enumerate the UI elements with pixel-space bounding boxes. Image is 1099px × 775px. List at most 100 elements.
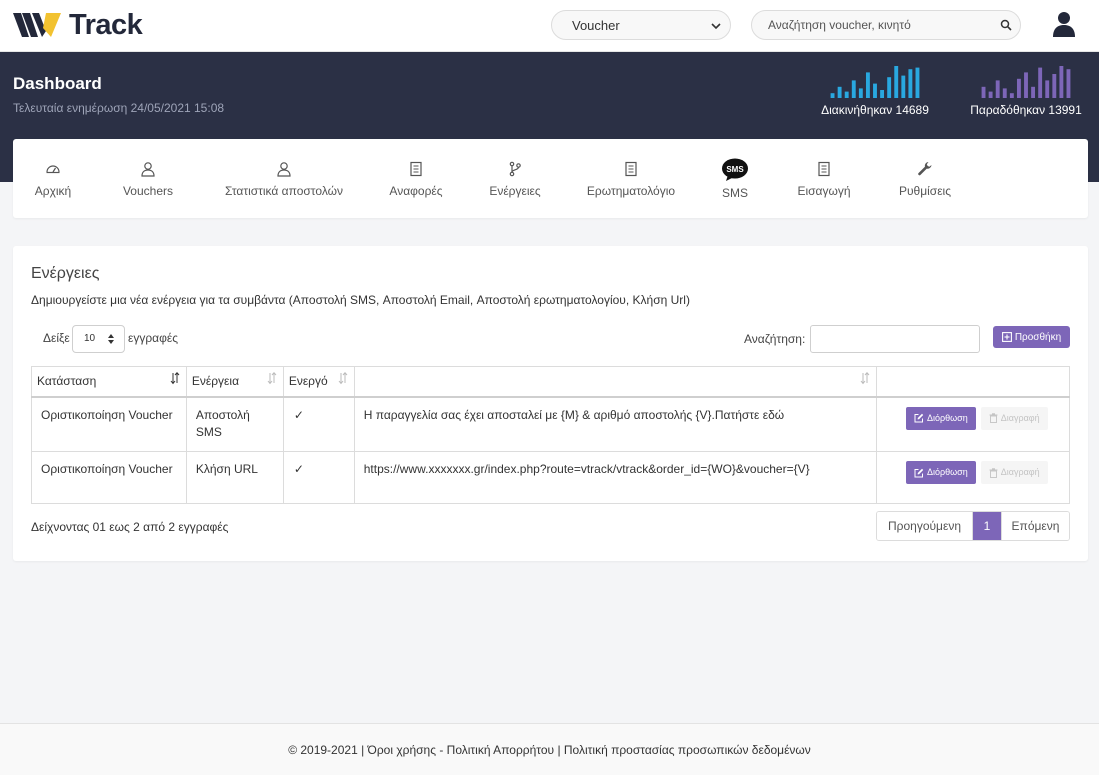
- search-icon[interactable]: [1000, 19, 1012, 31]
- nav-item-sms[interactable]: SMS SMS: [719, 139, 751, 218]
- nav-item-label: Εισαγωγή: [797, 184, 851, 198]
- sparkline-bar: [1009, 93, 1014, 98]
- main-nav: Αρχική Vouchers Στατιστικά αποστολών Ανα…: [13, 139, 1088, 218]
- sparkline-bar: [894, 66, 899, 98]
- panel-description: Δημιουργείστε μια νέα ενέργεια για τα συ…: [31, 293, 690, 307]
- sort-icon: [267, 372, 277, 385]
- footer-text: © 2019-2021 | Όροι χρήσης - Πολιτική Απο…: [288, 743, 811, 757]
- nav-item-label: Ερωτηματολόγιο: [586, 184, 676, 198]
- column-header-status[interactable]: Κατάσταση: [31, 366, 187, 398]
- sparkline-bar: [1024, 72, 1028, 98]
- nav-item-reports[interactable]: Αναφορές: [388, 139, 444, 218]
- type-select-value: Voucher: [572, 17, 620, 33]
- nav-item-label: Αρχική: [34, 184, 72, 198]
- sparkline-bar: [887, 77, 892, 98]
- edit-icon: [914, 468, 924, 477]
- sparkline-bar: [880, 90, 885, 98]
- app-logo[interactable]: Track: [13, 8, 143, 42]
- user-account-icon[interactable]: [1052, 11, 1076, 37]
- sparkline-bar: [1059, 66, 1064, 98]
- nav-item-questionnaire[interactable]: Ερωτηματολόγιο: [585, 139, 677, 218]
- actions-panel: Ενέργειες Δημιουργείστε μια νέα ενέργεια…: [13, 246, 1088, 561]
- select-arrows-icon: [108, 334, 114, 344]
- column-header-action[interactable]: Ενέργεια: [185, 366, 284, 398]
- table-search-input[interactable]: [810, 325, 980, 353]
- table-row: Οριστικοποίηση Voucher Κλήση URL ✓ https…: [31, 451, 1070, 504]
- stat-moved: Διακινήθηκαν 14689: [816, 66, 934, 117]
- add-action-label: Προσθήκη: [1014, 331, 1062, 343]
- page-length-label-after: εγγραφές: [128, 331, 179, 345]
- sparkline-bar: [1052, 74, 1057, 98]
- sparkline-bar: [981, 86, 986, 98]
- pagination-page-1[interactable]: 1: [973, 512, 1001, 540]
- logo-mark-icon: [13, 13, 61, 37]
- sparkline-bar: [1045, 80, 1050, 98]
- nav-item-actions[interactable]: Ενέργειες: [488, 139, 542, 218]
- edit-button[interactable]: Διόρθωση: [906, 406, 976, 430]
- sparkline-moved: [830, 66, 920, 98]
- page-length-value: 10: [84, 333, 96, 344]
- delete-button[interactable]: Διαγραφή: [980, 461, 1048, 484]
- pagination-prev[interactable]: Προηγούμενη: [877, 512, 973, 540]
- sms-badge-text: SMS: [726, 165, 744, 174]
- cell-active: ✓: [282, 451, 355, 504]
- trash-icon: [989, 413, 998, 423]
- sort-desc-icon: [170, 372, 180, 385]
- sparkline-bar: [844, 91, 849, 98]
- sort-icon: [860, 372, 870, 385]
- edit-button[interactable]: Διόρθωση: [906, 461, 976, 484]
- header-search-input[interactable]: Αναζήτηση voucher, κινητό: [751, 10, 1021, 40]
- nav-item-label: Ενέργειες: [489, 184, 541, 198]
- nav-item-label: SMS: [721, 186, 748, 200]
- cell-active: ✓: [282, 396, 355, 452]
- cell-action: Κλήση URL: [185, 451, 284, 504]
- nav-item-import[interactable]: Εισαγωγή: [796, 139, 852, 218]
- cell-content: Η παραγγελία σας έχει αποσταλεί με {M} &…: [353, 396, 878, 452]
- cell-status: Οριστικοποίηση Voucher: [31, 451, 187, 504]
- sparkline-bar: [915, 67, 920, 98]
- sparkline-bar: [837, 86, 842, 98]
- sparkline-bar: [1031, 86, 1036, 98]
- nav-item-label: Ρυθμίσεις: [898, 184, 952, 198]
- receipt-icon: [410, 161, 422, 177]
- table-row: Οριστικοποίηση Voucher Αποστολή SMS ✓ Η …: [31, 396, 1070, 452]
- user-icon: [141, 162, 155, 177]
- sms-bubble-icon: SMS: [722, 158, 748, 181]
- sparkline-bar: [1002, 88, 1007, 98]
- stat-delivered: Παραδόθηκαν 13991: [966, 66, 1086, 117]
- nav-item-shipping-stats[interactable]: Στατιστικά αποστολών: [222, 139, 346, 218]
- table-header-row: Κατάσταση Ενέργεια Ενεργό: [31, 366, 1070, 398]
- sparkline-bar: [851, 80, 856, 98]
- nav-item-vouchers[interactable]: Vouchers: [118, 139, 178, 218]
- delete-button[interactable]: Διαγραφή: [980, 406, 1048, 430]
- wrench-icon: [918, 162, 932, 176]
- add-action-button[interactable]: Προσθήκη: [993, 326, 1070, 348]
- nav-item-label: Αναφορές: [389, 184, 443, 198]
- sparkline-bar: [1066, 69, 1071, 98]
- chevron-down-icon: [711, 23, 721, 30]
- table-info: Δείχνοντας 01 εως 2 από 2 εγγραφές: [31, 520, 229, 534]
- logo-text: Track: [69, 8, 143, 41]
- type-select[interactable]: Voucher: [551, 10, 731, 40]
- table-search-label: Αναζήτηση:: [744, 332, 806, 346]
- page-footer: © 2019-2021 | Όροι χρήσης - Πολιτική Απο…: [0, 723, 1099, 775]
- sort-icon: [338, 372, 348, 385]
- user-icon: [277, 162, 291, 177]
- sparkline-bar: [873, 83, 877, 98]
- nav-item-label: Vouchers: [122, 184, 174, 198]
- page-length-select[interactable]: 10: [72, 325, 125, 353]
- column-header-active[interactable]: Ενεργό: [282, 366, 355, 398]
- pagination-next[interactable]: Επόμενη: [1001, 512, 1069, 540]
- nav-item-home[interactable]: Αρχική: [32, 139, 74, 218]
- nav-item-settings[interactable]: Ρυθμίσεις: [896, 139, 954, 218]
- stat-moved-label: Διακινήθηκαν 14689: [821, 103, 929, 117]
- sparkline-bar: [858, 88, 863, 98]
- sparkline-bar: [1038, 67, 1043, 98]
- edit-icon: [914, 413, 924, 423]
- actions-table: Κατάσταση Ενέργεια Ενεργό Οριστικοποίηση…: [31, 366, 1070, 504]
- page-title: Dashboard: [13, 74, 102, 93]
- sparkline-bar: [830, 93, 835, 98]
- receipt-icon: [818, 161, 830, 177]
- column-header-content[interactable]: [353, 366, 878, 398]
- receipt-icon: [625, 161, 637, 177]
